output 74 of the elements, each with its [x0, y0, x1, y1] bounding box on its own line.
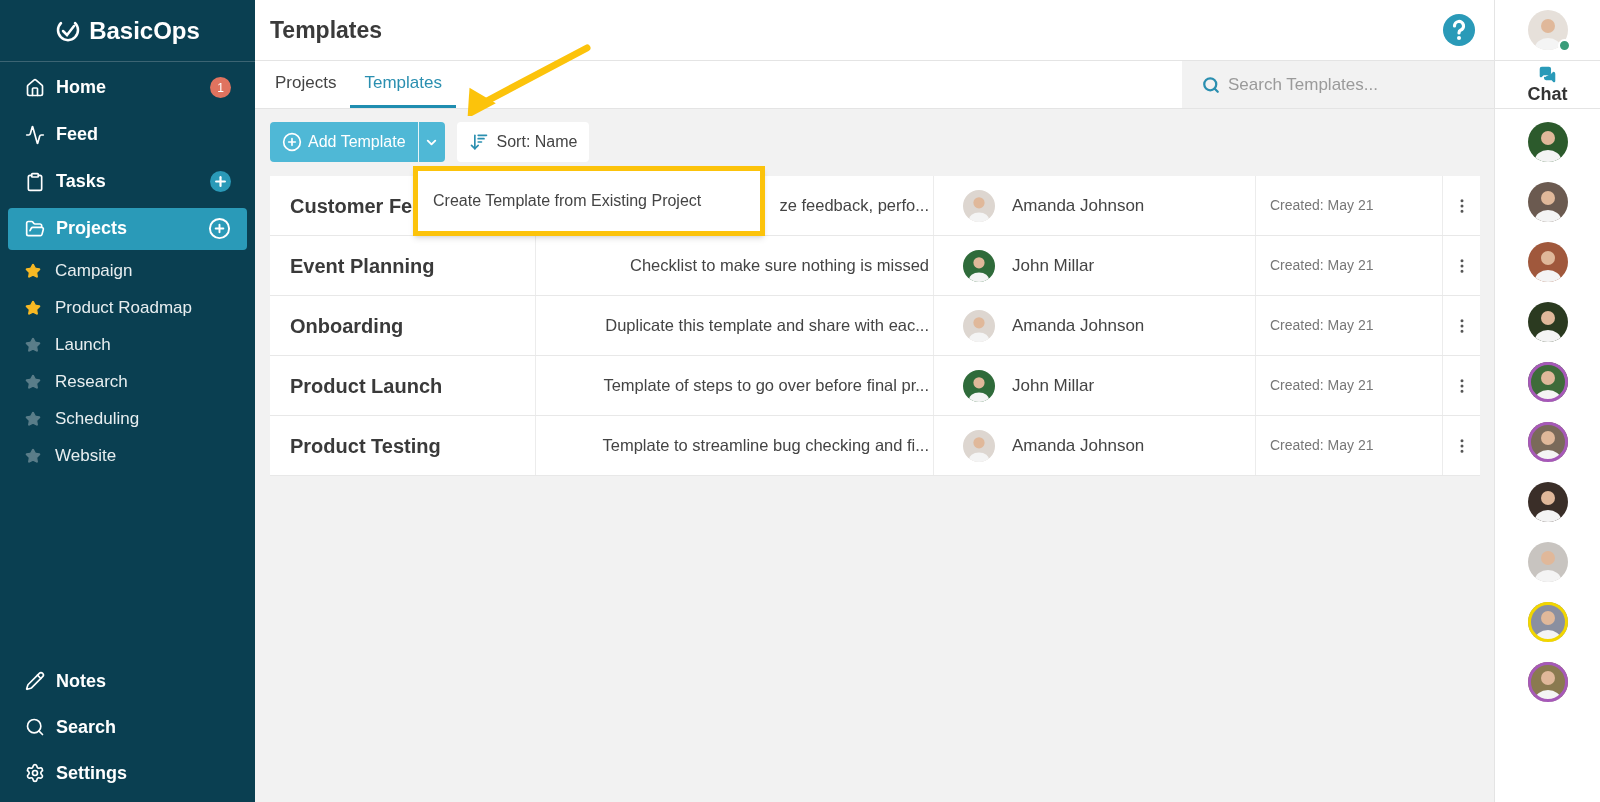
- star-icon[interactable]: [25, 410, 41, 427]
- page-title: Templates: [270, 15, 384, 45]
- chat-icon[interactable]: [1539, 66, 1556, 83]
- clipboard-icon: [25, 171, 45, 192]
- pulse-icon: [25, 124, 45, 145]
- template-description: Template of steps to go over before final pr...: [603, 375, 929, 397]
- home-icon: [25, 77, 45, 98]
- avatar-icon: [963, 429, 995, 462]
- star-icon[interactable]: [25, 299, 41, 316]
- chat-label[interactable]: Chat: [1527, 85, 1568, 103]
- owner-name: John Millar: [1012, 374, 1095, 397]
- created-date: Created: May 21: [1270, 256, 1374, 275]
- template-name: Product Launch: [290, 373, 443, 399]
- star-icon[interactable]: [25, 262, 41, 279]
- template-row[interactable]: Product Testing Template to streamline bug checking and fi... Amanda Johnson Created: May 21: [270, 416, 1480, 476]
- sort-icon: [468, 132, 489, 152]
- project-link[interactable]: Campaign: [55, 257, 133, 284]
- nav-label: Feed: [56, 123, 99, 146]
- created-date: Created: May 21: [1270, 436, 1374, 455]
- tab[interactable]: Templates: [350, 61, 456, 108]
- owner-name: Amanda Johnson: [1012, 434, 1145, 457]
- menu-item[interactable]: Create Template from Existing Project: [433, 189, 702, 213]
- search-icon: [1202, 76, 1220, 94]
- project-link[interactable]: Scheduling: [55, 405, 140, 432]
- star-icon[interactable]: [25, 373, 41, 390]
- folder-icon: [25, 218, 45, 239]
- avatar-icon: [963, 249, 995, 282]
- template-name: Product Testing: [290, 433, 441, 459]
- avatar-icon: [963, 189, 995, 222]
- tab[interactable]: Projects: [261, 61, 351, 108]
- avatar-icon: [1527, 10, 1568, 50]
- project-link[interactable]: Product Roadmap: [55, 294, 193, 321]
- avatar-icon: [963, 369, 995, 402]
- button-label: Add Template: [308, 132, 406, 152]
- project-link[interactable]: Launch: [55, 331, 111, 358]
- settings-icon: [25, 763, 45, 783]
- avatar-icon: [963, 309, 995, 342]
- created-date: Created: May 21: [1270, 376, 1374, 395]
- nav-item[interactable]: Home 1: [8, 66, 247, 109]
- search-icon: [25, 717, 45, 737]
- created-date: Created: May 21: [1270, 196, 1374, 215]
- nav-item[interactable]: Tasks: [8, 160, 247, 203]
- template-description: ze feedback, perfo...: [779, 195, 929, 217]
- notification-badge: 1: [210, 77, 231, 98]
- template-name: Onboarding: [290, 313, 404, 339]
- pencil-icon: [25, 671, 45, 691]
- template-description: Checklist to make sure nothing is missed: [630, 255, 929, 277]
- nav-item[interactable]: Feed: [8, 113, 247, 156]
- nav-label: Tasks: [56, 170, 107, 193]
- template-description: Duplicate this template and share with eac...: [605, 315, 929, 337]
- template-row[interactable]: Onboarding Duplicate this template and share with eac... Amanda Johnson Created: May 21: [270, 296, 1480, 356]
- nav-label: Projects: [56, 217, 129, 240]
- owner-name: Amanda Johnson: [1012, 314, 1145, 337]
- search-field[interactable]: Search Templates...: [1182, 61, 1494, 108]
- owner-name: John Millar: [1012, 254, 1095, 277]
- template-description: Template to streamline bug checking and fi...: [602, 435, 929, 457]
- plus-icon: [282, 132, 302, 152]
- template-row[interactable]: Product Launch Template of steps to go over before final pr... John Millar Created: May 21: [270, 356, 1480, 416]
- owner-name: Amanda Johnson: [1012, 194, 1145, 217]
- star-icon[interactable]: [25, 447, 41, 464]
- project-link[interactable]: Research: [55, 368, 128, 395]
- star-icon[interactable]: [25, 336, 41, 353]
- template-name: Customer Fe: [290, 193, 413, 219]
- nav-item[interactable]: Search: [8, 704, 247, 750]
- add-icon[interactable]: [210, 171, 231, 192]
- brand-name: BasicOps: [89, 15, 200, 46]
- created-date: Created: May 21: [1270, 316, 1374, 335]
- template-name: Event Planning: [290, 253, 435, 279]
- nav-label: Home: [56, 76, 107, 99]
- nav-item[interactable]: Settings: [8, 750, 247, 796]
- project-link[interactable]: Website: [55, 442, 117, 469]
- sort-button[interactable]: Sort: Name: [456, 122, 590, 162]
- nav-item[interactable]: Notes: [8, 658, 247, 704]
- help-icon[interactable]: [1443, 14, 1475, 46]
